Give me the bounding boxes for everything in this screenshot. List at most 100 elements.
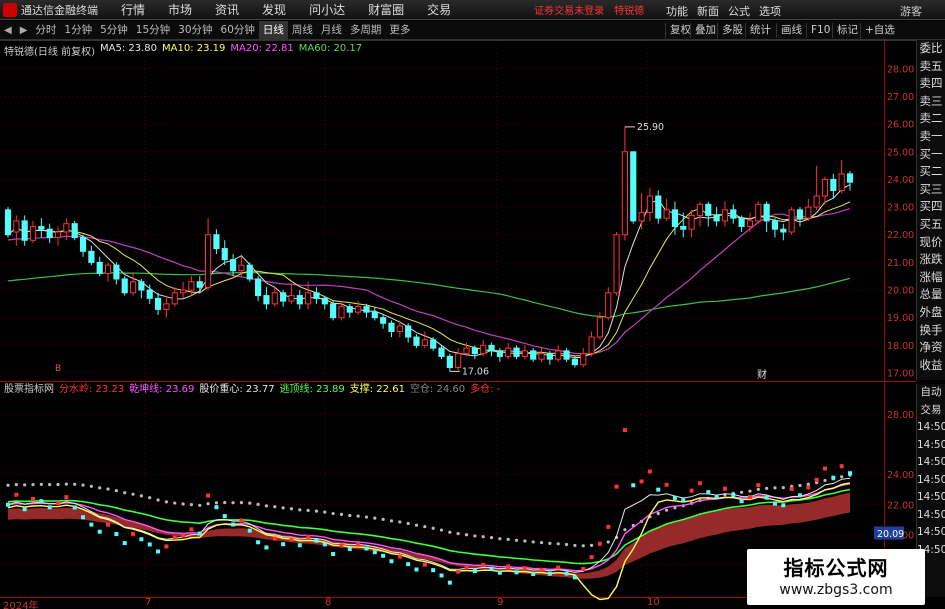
short-position-dot: [423, 524, 427, 529]
indicator-bar: [848, 471, 852, 476]
tab-timeshare[interactable]: 分时: [31, 21, 60, 40]
candle-body: [338, 306, 345, 319]
menu-discover[interactable]: 发现: [262, 1, 286, 18]
indicator-bar: [722, 486, 727, 491]
short-position-dot: [498, 537, 502, 541]
menu-function[interactable]: 功能: [666, 3, 688, 19]
tab-monthly[interactable]: 月线: [317, 21, 346, 40]
candle-body: [388, 322, 395, 333]
candle-body: [780, 228, 787, 233]
menu-news[interactable]: 资讯: [215, 1, 239, 18]
short-position-dot: [231, 501, 235, 505]
menu-market[interactable]: 市场: [168, 1, 192, 18]
candle-body: [179, 289, 187, 294]
back-arrow-icon[interactable]: ◀: [0, 25, 16, 36]
tab-multi-period[interactable]: 多周期: [346, 21, 386, 40]
indicator-bar: [181, 533, 186, 538]
indicator-bar: [247, 528, 252, 533]
indicator-bar: [206, 493, 211, 498]
mark-button[interactable]: 标记: [832, 23, 858, 38]
indicator-bar: [631, 483, 636, 488]
menu-formula[interactable]: 公式: [728, 3, 750, 19]
menu-quotes[interactable]: 行情: [121, 1, 145, 18]
candle-body: [79, 237, 87, 252]
indicator-bar: [531, 572, 536, 577]
indicator-bar: [156, 549, 161, 554]
menu-trade[interactable]: 交易: [427, 1, 451, 18]
indicator-bar: [372, 550, 377, 555]
candle-body: [430, 339, 437, 349]
restore-rights-button[interactable]: 复权: [665, 23, 691, 38]
indicator-bar: [597, 541, 602, 546]
side-item: 14:50: [917, 508, 945, 521]
multi-stock-button[interactable]: 多股: [717, 23, 743, 38]
short-position-dot: [48, 482, 52, 487]
indicator-bar: [447, 580, 452, 585]
indicator-bar: [306, 534, 311, 539]
y-tick-label: 24.00: [887, 175, 914, 186]
short-position-dot: [323, 510, 327, 514]
short-position-dot: [481, 535, 485, 539]
draw-line-button[interactable]: 画线: [776, 23, 802, 38]
indicator-bar: [289, 537, 294, 542]
tab-1min[interactable]: 1分钟: [60, 21, 96, 40]
short-position-dot: [306, 508, 310, 513]
short-position-dot: [439, 528, 444, 532]
short-position-dot: [656, 511, 660, 516]
short-position-dot: [756, 487, 760, 491]
kline-chart-area[interactable]: 28.00 27.00 26.00 25.00 24.00 23.00 22.00 21.00…: [0, 40, 916, 609]
tab-more[interactable]: 更多: [385, 21, 414, 40]
side-item[interactable]: 交易: [917, 402, 945, 420]
short-position-dot: [381, 517, 385, 521]
indicator-bar: [772, 501, 777, 506]
menu-new-layout[interactable]: 新面: [697, 3, 719, 19]
indicator-bar: [572, 575, 577, 580]
statistics-button[interactable]: 统计: [745, 23, 771, 38]
forward-arrow-icon[interactable]: ▶: [16, 25, 32, 36]
overlay-button[interactable]: 叠加: [690, 23, 716, 38]
short-position-dot: [164, 500, 168, 504]
add-watchlist-button[interactable]: +自选: [860, 23, 895, 38]
menu-ask[interactable]: 问小达: [309, 1, 345, 18]
legend-price-center: 股价重心: 23.77: [199, 384, 275, 395]
tab-15min[interactable]: 15分钟: [132, 21, 174, 40]
legend-ma20: MA20: 22.81: [230, 43, 294, 54]
tab-daily[interactable]: 日线: [258, 20, 288, 40]
f10-button[interactable]: F10: [806, 23, 830, 38]
guest-label[interactable]: 游客: [900, 3, 922, 19]
indicator-bar: [547, 571, 552, 576]
indicator-bar: [264, 545, 269, 550]
watermark: 指标公式网 www.zbgs3.com: [747, 549, 925, 605]
tab-weekly[interactable]: 周线: [288, 21, 317, 40]
tab-30min[interactable]: 30分钟: [174, 21, 216, 40]
short-position-dot: [56, 482, 60, 487]
menu-options[interactable]: 选项: [759, 3, 781, 19]
short-position-dot: [181, 502, 185, 506]
candle-body: [505, 347, 512, 357]
candle-body: [104, 264, 112, 274]
menu-wealth[interactable]: 财富圈: [368, 1, 404, 18]
side-item: 总量: [919, 287, 943, 302]
legend-watershed: 分水岭: 23.23: [59, 384, 125, 395]
indicator-bar: [189, 527, 194, 532]
candle-body: [88, 250, 95, 263]
short-position-dot: [531, 540, 535, 544]
side-item[interactable]: 自动: [917, 384, 945, 402]
candle-body: [355, 306, 362, 313]
y-tick-label: 26.00: [887, 120, 914, 131]
candle-body: [538, 353, 545, 360]
current-value-label: 20.09: [877, 529, 904, 540]
short-position-dot: [564, 542, 569, 547]
candle-body: [563, 350, 570, 360]
login-status[interactable]: 证券交易未登录: [534, 2, 604, 17]
indicator-bar: [106, 522, 111, 527]
tab-60min[interactable]: 60分钟: [217, 21, 259, 40]
tab-5min[interactable]: 5分钟: [96, 21, 132, 40]
side-item: 14:50: [917, 456, 945, 468]
candle-body: [313, 292, 320, 299]
candle-body: [688, 214, 695, 230]
side-item: 换手: [919, 322, 943, 337]
stock-name: 特锐德: [614, 6, 645, 17]
watermark-title: 指标公式网: [783, 556, 889, 580]
short-position-dot: [581, 544, 585, 548]
